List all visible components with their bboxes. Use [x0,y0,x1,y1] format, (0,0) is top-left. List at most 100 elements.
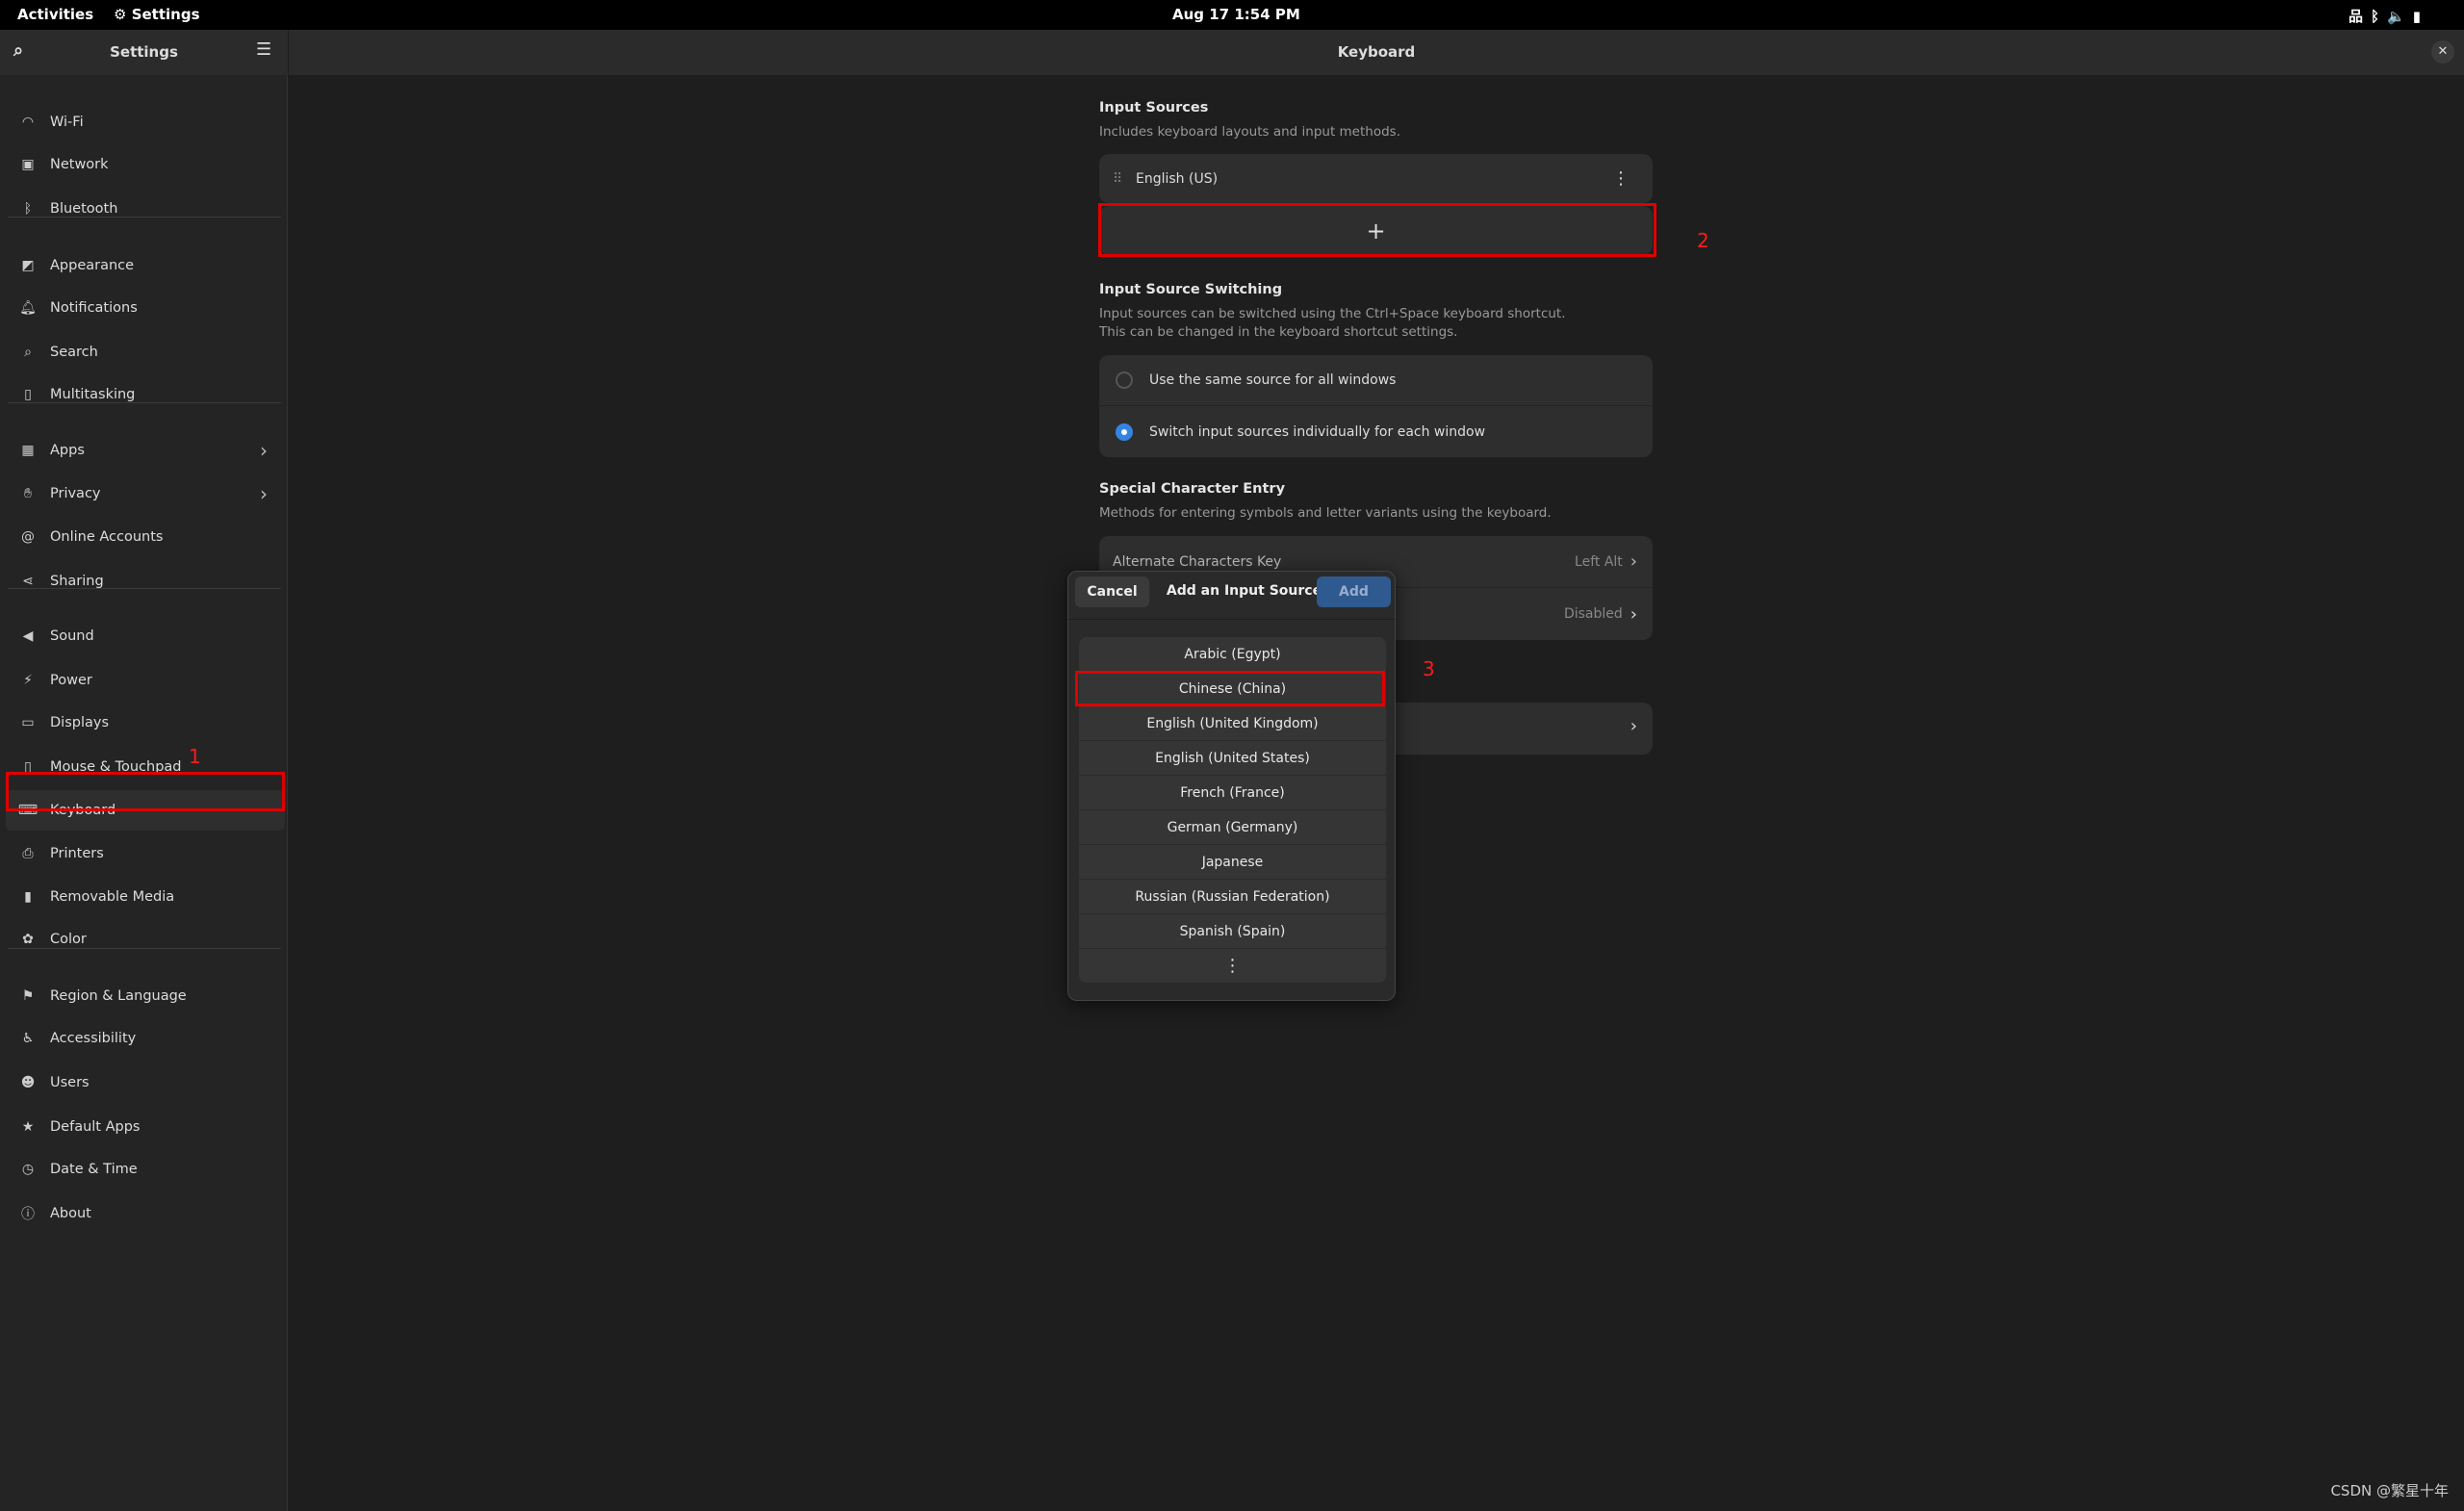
sidebar-item-apps[interactable]: ▦ Apps › [6,430,285,471]
sidebar-item-appearance[interactable]: ◩ Appearance [6,245,285,286]
volume-icon: 🔈 [2387,8,2413,25]
info-icon: ⓘ [21,1207,35,1222]
sidebar-item-label: Online Accounts [50,529,164,545]
special-title: Special Character Entry [1099,481,1286,497]
bluetooth-icon: ᛒ [23,201,33,217]
sidebar-item-label: Displays [50,715,110,730]
switching-title: Input Source Switching [1099,282,1283,297]
sidebar-item-power[interactable]: ⚡︎ Power [6,660,285,701]
sidebar-item-region-language[interactable]: ⚑ Region & Language [6,976,285,1016]
sidebar-header: ⌕ Settings ☰ [0,30,288,75]
add-input-source-dialog: Cancel Add an Input Source Add Arabic (E… [1067,571,1396,1001]
sidebar-item-about[interactable]: ⓘ About [6,1193,285,1234]
sidebar-item-label: Accessibility [50,1031,137,1046]
sidebar-item-label: Network [50,157,109,172]
input-source-label: English (US) [1136,170,1219,187]
accessibility-icon: ♿︎ [21,1031,35,1046]
language-item[interactable]: French (France) [1079,776,1386,810]
special-subtitle: Methods for entering symbols and letter … [1099,505,1552,521]
chevron-right-icon: › [260,439,268,462]
bluetooth-icon: ᛒ [2371,8,2388,25]
language-item[interactable]: German (Germany) [1079,810,1386,845]
multitasking-icon: ▯ [24,387,32,402]
sidebar-item-network[interactable]: ▣ Network [6,144,285,185]
sidebar-item-users[interactable]: ☻ Users [6,1063,285,1103]
sidebar-item-bluetooth[interactable]: ᛒ Bluetooth [6,189,285,229]
annotation-box-3 [1075,671,1385,706]
sidebar-item-label: Privacy [50,486,101,501]
input-sources-title: Input Sources [1099,100,1209,115]
sidebar-item-label: Date & Time [50,1162,138,1177]
sidebar-item-accessibility[interactable]: ♿︎ Accessibility [6,1018,285,1059]
sidebar-item-displays[interactable]: ▭ Displays [6,703,285,743]
top-bar: Activities ⚙ Settings Aug 17 1:54 PM 品ᛒ🔈… [0,0,2464,30]
hamburger-menu-icon[interactable]: ☰ [256,39,271,60]
appearance-icon: ◩ [21,258,35,273]
star-icon: ★ [21,1119,35,1135]
network-icon: ▣ [21,157,35,172]
radio-same-source[interactable]: Use the same source for all windows [1099,355,1653,406]
hand-icon: ✋︎ [24,486,32,501]
radio-button-selected[interactable] [1116,423,1133,441]
language-item[interactable]: Spanish (Spain) [1079,914,1386,949]
sidebar-item-label: Removable Media [50,889,175,905]
sidebar-item-privacy[interactable]: ✋︎ Privacy › [6,474,285,514]
gear-icon: ⚙ [114,6,127,23]
wifi-icon: ◠ [21,115,35,130]
close-button[interactable]: ✕ [2431,40,2454,64]
sidebar-item-color[interactable]: ✿ Color [6,919,285,960]
annotation-1: 1 [189,745,201,768]
sidebar-item-label: Bluetooth [50,201,118,217]
switching-subtitle-2: This can be changed in the keyboard shor… [1099,324,1458,340]
sidebar-item-default-apps[interactable]: ★ Default Apps [6,1107,285,1147]
printer-icon: ⎙ [22,846,34,861]
sidebar-item-removable-media[interactable]: ▮ Removable Media [6,877,285,917]
share-icon: ⋖ [22,574,34,589]
sidebar-item-label: Default Apps [50,1119,141,1135]
chevron-right-icon: › [1630,716,1637,736]
add-button[interactable]: Add [1317,576,1391,607]
more-options-icon[interactable]: ⋮ [1612,168,1630,189]
language-item[interactable]: Arabic (Egypt) [1079,637,1386,672]
cancel-button[interactable]: Cancel [1075,576,1149,607]
sidebar-item-online-accounts[interactable]: @ Online Accounts [6,517,285,557]
sidebar-item-notifications[interactable]: 🔔︎ Notifications [6,288,285,328]
language-item[interactable]: Japanese [1079,845,1386,880]
app-menu[interactable]: ⚙ Settings [114,6,200,23]
language-item[interactable]: English (United States) [1079,741,1386,776]
clock[interactable]: Aug 17 1:54 PM [1172,6,1300,23]
sidebar-item-wi-fi[interactable]: ◠ Wi-Fi [6,102,285,142]
radio-button[interactable] [1116,371,1133,389]
sidebar-item-search[interactable]: ⌕ Search [6,332,285,372]
row-value: Left Alt [1575,553,1623,570]
switching-options: Use the same source for all windows Swit… [1099,355,1653,457]
display-icon: ▭ [21,715,35,730]
language-item[interactable]: Russian (Russian Federation) [1079,880,1386,914]
more-languages-button[interactable]: ⋮ [1079,949,1386,984]
sidebar-item-sound[interactable]: ◀ Sound [6,616,285,656]
sidebar-item-label: Multitasking [50,387,136,402]
chevron-right-icon: › [1630,603,1637,625]
sidebar-item-printers[interactable]: ⎙ Printers [6,833,285,874]
sidebar-title: Settings [110,43,178,61]
language-item[interactable]: English (United Kingdom) [1079,706,1386,741]
switching-subtitle-1: Input sources can be switched using the … [1099,306,1566,321]
sidebar-item-label: Wi-Fi [50,115,84,130]
dialog-title: Add an Input Source [1166,583,1322,599]
chevron-right-icon: › [260,482,268,505]
system-tray[interactable]: 品ᛒ🔈▮ [2348,6,2428,26]
users-icon: ☻ [20,1075,36,1090]
drag-handle-icon[interactable]: ⠿ [1113,171,1136,187]
activities-button[interactable]: Activities [17,6,93,23]
at-icon: @ [21,529,35,545]
radio-individual-source[interactable]: Switch input sources individually for ea… [1099,406,1653,457]
sidebar-item-label: Region & Language [50,988,187,1004]
power-icon: ⚡︎ [23,673,33,688]
sidebar-item-multitasking[interactable]: ▯ Multitasking [6,374,285,415]
sidebar-item-sharing[interactable]: ⋖ Sharing [6,561,285,602]
sidebar-item-date-time[interactable]: ◷ Date & Time [6,1149,285,1190]
sidebar-item-label: Printers [50,846,104,861]
input-source-row[interactable]: ⠿ English (US) ⋮ [1099,154,1653,203]
watermark: CSDN @繁星十年 [2330,1482,2449,1499]
sidebar-item-label: Color [50,932,87,947]
